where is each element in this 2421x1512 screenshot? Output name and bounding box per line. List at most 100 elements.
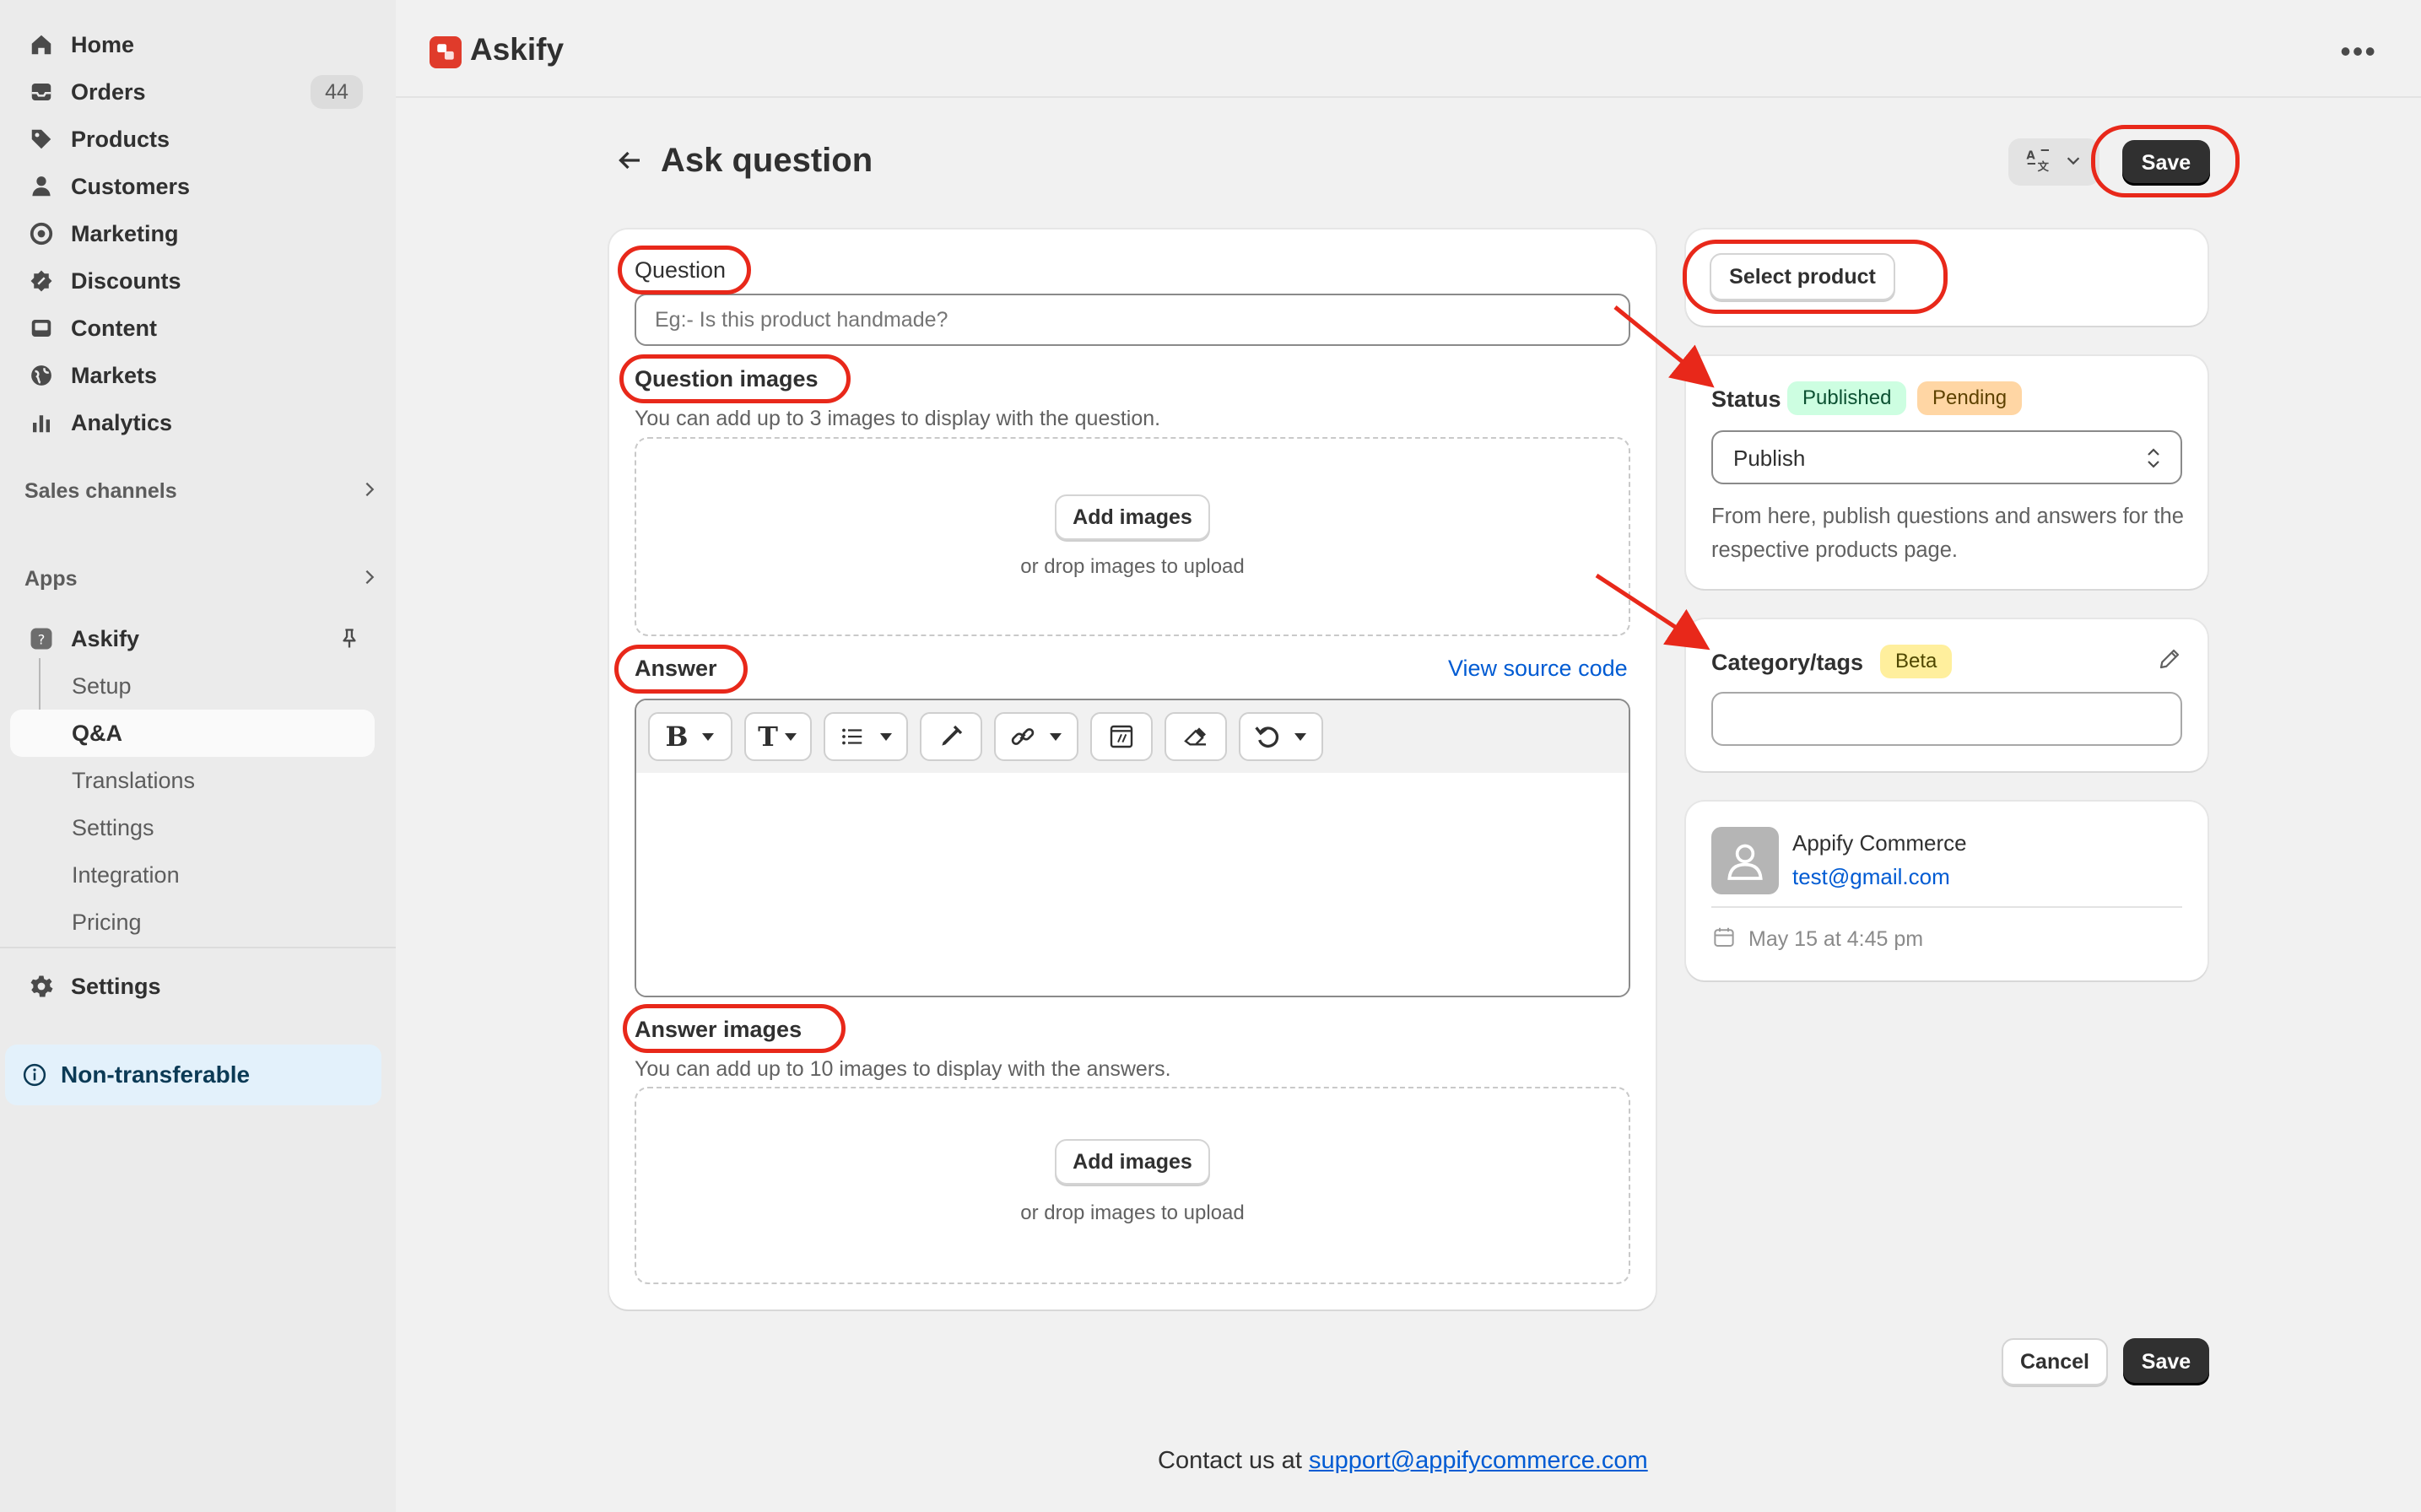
sidebar-item-settings[interactable]: Settings bbox=[10, 963, 375, 1010]
undo-dropdown[interactable] bbox=[1239, 712, 1323, 761]
more-actions-icon[interactable]: ••• bbox=[2340, 34, 2377, 69]
sidebar-item-setup[interactable]: Setup bbox=[10, 662, 375, 710]
save-button-bottom[interactable]: Save bbox=[2123, 1338, 2209, 1385]
drop-hint: or drop images to upload bbox=[1020, 555, 1245, 578]
color-picker-button[interactable] bbox=[920, 712, 982, 761]
answer-rich-text-editor[interactable]: B T bbox=[635, 699, 1630, 997]
sidebar-item-products[interactable]: Products bbox=[10, 116, 375, 163]
gear-icon bbox=[27, 972, 56, 1001]
add-question-images-button[interactable]: Add images bbox=[1055, 494, 1210, 540]
bold-dropdown[interactable]: B bbox=[648, 712, 732, 761]
person-icon bbox=[27, 172, 56, 201]
sidebar-item-marketing[interactable]: Marketing bbox=[10, 210, 375, 257]
sidebar-item-analytics[interactable]: Analytics bbox=[10, 399, 375, 446]
sidebar-item-customers[interactable]: Customers bbox=[10, 163, 375, 210]
category-tags-input[interactable] bbox=[1711, 692, 2182, 746]
edit-pencil-icon[interactable] bbox=[2157, 646, 2182, 676]
status-select-value: Publish bbox=[1733, 446, 1806, 471]
eraser-icon bbox=[1184, 727, 1206, 746]
view-source-link[interactable]: View source code bbox=[1448, 656, 1628, 682]
add-answer-images-button[interactable]: Add images bbox=[1055, 1139, 1210, 1185]
list-dropdown[interactable] bbox=[824, 712, 908, 761]
orders-count-badge: 44 bbox=[311, 75, 363, 109]
app-topbar: Askify ••• bbox=[396, 0, 2421, 98]
orders-icon bbox=[27, 78, 56, 106]
customer-card: Appify Commerce test@gmail.com May 15 at… bbox=[1686, 802, 2208, 980]
chevron-down-icon bbox=[2064, 151, 2083, 174]
sidebar-item-home[interactable]: Home bbox=[10, 21, 375, 68]
sidebar-item-markets[interactable]: Markets bbox=[10, 352, 375, 399]
question-label: Question bbox=[635, 257, 727, 283]
caret-down-icon bbox=[1294, 733, 1306, 741]
sidebar-divider bbox=[0, 947, 396, 948]
pin-icon[interactable] bbox=[338, 627, 361, 655]
pen-icon bbox=[942, 725, 963, 746]
answer-images-label: Answer images bbox=[635, 1017, 802, 1042]
home-icon bbox=[27, 30, 56, 59]
target-icon bbox=[27, 219, 56, 248]
answer-images-dropzone[interactable]: Add images or drop images to upload bbox=[635, 1087, 1630, 1284]
status-card: Status Published Pending Publish From he… bbox=[1686, 356, 2208, 589]
caret-down-icon bbox=[880, 733, 892, 741]
bar-chart-icon bbox=[27, 408, 56, 437]
select-product-button[interactable]: Select product bbox=[1710, 253, 1895, 300]
discount-icon bbox=[27, 267, 56, 295]
sidebar-item-label: Markets bbox=[71, 362, 158, 388]
status-select[interactable]: Publish bbox=[1711, 430, 2182, 484]
sidebar-item-label: Analytics bbox=[71, 409, 173, 435]
sidebar-item-label: Settings bbox=[72, 814, 154, 840]
sidebar-item-label: Integration bbox=[72, 861, 180, 888]
category-card: Category/tags Beta bbox=[1686, 619, 2208, 771]
sidebar-item-label: Discounts bbox=[71, 267, 181, 294]
svg-text:文: 文 bbox=[2038, 159, 2050, 174]
sidebar-item-label: Home bbox=[71, 31, 135, 57]
app-title: Askify bbox=[470, 32, 565, 67]
bold-icon: B bbox=[665, 721, 689, 753]
sidebar-item-orders[interactable]: Orders 44 bbox=[10, 68, 375, 116]
svg-text:A: A bbox=[2026, 149, 2035, 162]
link-icon bbox=[1011, 728, 1035, 745]
save-button-top[interactable]: Save bbox=[2122, 140, 2210, 186]
beta-badge: Beta bbox=[1880, 645, 1953, 678]
sidebar-item-askify[interactable]: ? Askify bbox=[10, 615, 375, 662]
code-view-button[interactable] bbox=[1090, 712, 1153, 761]
answer-label: Answer bbox=[635, 656, 717, 681]
support-email-link[interactable]: support@appifycommerce.com bbox=[1309, 1447, 1648, 1474]
select-product-card: Select product bbox=[1686, 230, 2208, 326]
sidebar-item-integration[interactable]: Integration bbox=[10, 851, 375, 899]
sidebar-item-pricing[interactable]: Pricing bbox=[10, 899, 375, 946]
sidebar-item-discounts[interactable]: Discounts bbox=[10, 257, 375, 305]
avatar bbox=[1711, 827, 1779, 894]
caret-down-icon bbox=[784, 733, 797, 741]
svg-text:?: ? bbox=[38, 631, 46, 647]
non-transferable-banner[interactable]: Non-transferable bbox=[5, 1045, 381, 1105]
link-dropdown[interactable] bbox=[994, 712, 1078, 761]
tag-icon bbox=[27, 125, 56, 154]
status-help-text: From here, publish questions and answers… bbox=[1711, 505, 2184, 562]
non-transferable-label: Non-transferable bbox=[61, 1061, 251, 1088]
clear-format-button[interactable] bbox=[1165, 712, 1227, 761]
sidebar-item-label: Products bbox=[71, 126, 170, 152]
calendar-icon bbox=[1711, 925, 1737, 954]
sidebar-item-label: Pricing bbox=[72, 909, 142, 935]
apps-header[interactable]: Apps bbox=[24, 559, 379, 599]
editor-content-area[interactable] bbox=[636, 773, 1629, 996]
text-size-dropdown[interactable]: T bbox=[744, 712, 812, 761]
question-images-dropzone[interactable]: Add images or drop images to upload bbox=[635, 437, 1630, 636]
select-arrows-icon bbox=[2143, 446, 2164, 475]
back-arrow-icon[interactable] bbox=[614, 145, 645, 180]
sidebar-item-label: Setup bbox=[72, 672, 132, 699]
caret-down-icon bbox=[701, 733, 714, 741]
question-input[interactable] bbox=[635, 294, 1630, 346]
cancel-button[interactable]: Cancel bbox=[2002, 1338, 2108, 1385]
sidebar-item-qa[interactable]: Q&A bbox=[10, 710, 375, 757]
sidebar-item-app-settings[interactable]: Settings bbox=[10, 804, 375, 851]
sidebar-item-content[interactable]: Content bbox=[10, 305, 375, 352]
language-selector-button[interactable]: A文 bbox=[2008, 138, 2099, 186]
customer-email-link[interactable]: test@gmail.com bbox=[1792, 864, 1950, 890]
drop-hint: or drop images to upload bbox=[1020, 1202, 1245, 1224]
sidebar-item-label: Settings bbox=[71, 973, 161, 999]
sales-channels-header[interactable]: Sales channels bbox=[24, 471, 379, 511]
sidebar-item-translations[interactable]: Translations bbox=[10, 757, 375, 804]
sidebar-item-label: Content bbox=[71, 315, 157, 341]
